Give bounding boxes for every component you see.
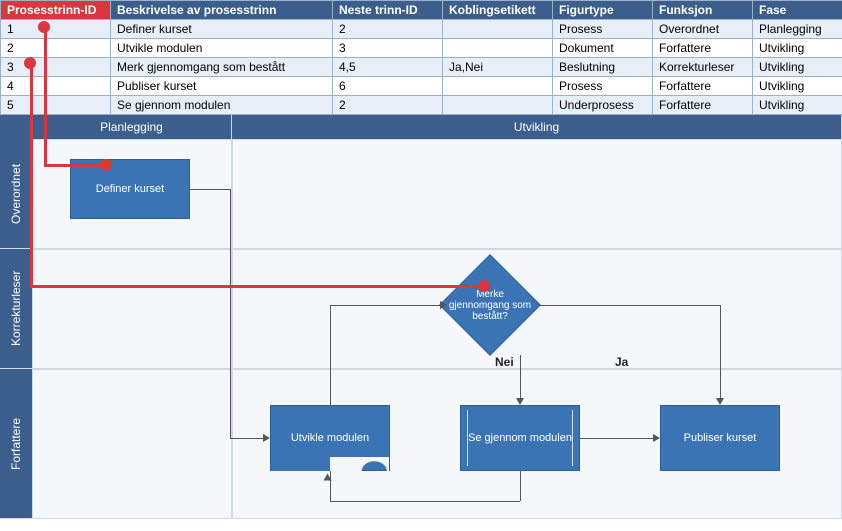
col-desc: Beskrivelse av prosesstrinn: [111, 1, 333, 20]
cell-conn: Ja,Nei: [443, 58, 553, 77]
conn: [230, 189, 231, 438]
cell-id: 1: [1, 20, 111, 39]
cell-phase: Utvikling: [753, 58, 842, 77]
cell-plan-korrektur: [32, 249, 232, 369]
conn: [520, 471, 521, 501]
red-dot-icon: [478, 280, 490, 292]
col-conn: Koblingsetikett: [443, 1, 553, 20]
cell-shape: Underprosess: [553, 96, 653, 115]
cell-desc: Utvikle modulen: [111, 39, 333, 58]
red-dot-icon: [38, 21, 50, 33]
cell-phase: Utvikling: [753, 39, 842, 58]
table-row: 1Definer kurset2 ProsessOverordnetPlanleg…: [1, 20, 842, 39]
arrow-icon: [440, 301, 447, 309]
conn: [330, 305, 331, 405]
swimlane-diagram: Planlegging Utvikling Overordnet Korrekt…: [0, 115, 842, 519]
role-overordnet: Overordnet: [0, 139, 32, 249]
conn: [580, 438, 653, 439]
phase-planlegging: Planlegging: [32, 115, 232, 139]
col-func: Funksjon: [653, 1, 753, 20]
cell-func: Korrekturleser: [653, 58, 753, 77]
table-row: 2Utvikle modulen3 DokumentForfattereUtvik…: [1, 39, 842, 58]
col-phase: Fase: [753, 1, 842, 20]
node-utvikle-modulen: Utvikle modulen: [270, 405, 390, 471]
cell-func: Forfattere: [653, 39, 753, 58]
cell-conn: [443, 20, 553, 39]
table-row: 4Publiser kurset6 ProsessForfattereUtvikl…: [1, 77, 842, 96]
table-row: 3Merk gjennomgang som bestått4,5Ja,NeiBe…: [1, 58, 842, 77]
cell-dev-overordnet: [232, 139, 842, 249]
cell-func: Overordnet: [653, 20, 753, 39]
conn: [330, 305, 440, 306]
cell-id: 4: [1, 77, 111, 96]
cell-shape: Prosess: [553, 77, 653, 96]
arrow-icon: [263, 434, 270, 442]
cell-shape: Prosess: [553, 20, 653, 39]
table-row: 5Se gjennom modulen2 UnderprosessForfatte…: [1, 96, 842, 115]
arrow-icon: [516, 398, 524, 405]
node-beslutning: Merke gjennomgang som bestått?: [440, 255, 540, 355]
col-shape: Figurtype: [553, 1, 653, 20]
conn: [520, 355, 521, 399]
red-dot-icon: [24, 57, 36, 69]
conn: [190, 189, 230, 190]
cell-phase: Utvikling: [753, 77, 842, 96]
cell-desc: Definer kurset: [111, 20, 333, 39]
red-line: [30, 285, 482, 288]
cell-desc: Merk gjennomgang som bestått: [111, 58, 333, 77]
col-next: Neste trinn-ID: [333, 1, 443, 20]
cell-plan-forfattere: [32, 369, 232, 519]
process-table: Prosesstrinn-ID Beskrivelse av prosesstr…: [0, 0, 842, 115]
cell-id: 3: [1, 58, 111, 77]
node-beslutning-label: Merke gjennomgang som bestått?: [445, 289, 535, 322]
cell-conn: [443, 39, 553, 58]
cell-next: 2: [333, 20, 443, 39]
conn: [720, 305, 721, 399]
conn: [330, 501, 520, 502]
red-line: [44, 25, 47, 165]
table-header-row: Prosesstrinn-ID Beskrivelse av prosesstr…: [1, 1, 842, 20]
cell-func: Forfattere: [653, 77, 753, 96]
col-id: Prosesstrinn-ID: [1, 1, 111, 20]
cell-func: Forfattere: [653, 96, 753, 115]
cell-shape: Dokument: [553, 39, 653, 58]
arrow-icon: [324, 474, 332, 481]
conn: [230, 438, 263, 439]
role-forfattere: Forfattere: [0, 369, 32, 519]
cell-desc: Publiser kurset: [111, 77, 333, 96]
cell-desc: Se gjennom modulen: [111, 96, 333, 115]
cell-next: 2: [333, 96, 443, 115]
cell-shape: Beslutning: [553, 58, 653, 77]
edge-label-ja: Ja: [615, 355, 628, 369]
arrow-icon: [716, 398, 724, 405]
cell-next: 3: [333, 39, 443, 58]
node-definer-kurset: Definer kurset: [70, 159, 190, 219]
red-line: [30, 61, 33, 287]
cell-conn: [443, 96, 553, 115]
role-korrekturleser: Korrekturleser: [0, 249, 32, 369]
node-publiser-kurset: Publiser kurset: [660, 405, 780, 471]
phase-utvikling: Utvikling: [232, 115, 842, 139]
swimlane-corner: [0, 115, 32, 139]
cell-conn: [443, 77, 553, 96]
cell-next: 6: [333, 77, 443, 96]
edge-label-nei: Nei: [495, 355, 514, 369]
cell-id: 5: [1, 96, 111, 115]
arrow-icon: [653, 434, 660, 442]
cell-phase: Utvikling: [753, 96, 842, 115]
conn: [540, 305, 720, 306]
cell-id: 2: [1, 39, 111, 58]
red-line: [44, 164, 102, 167]
node-se-gjennom-modulen: Se gjennom modulen: [460, 405, 580, 471]
cell-next: 4,5: [333, 58, 443, 77]
cell-phase: Planlegging: [753, 20, 842, 39]
